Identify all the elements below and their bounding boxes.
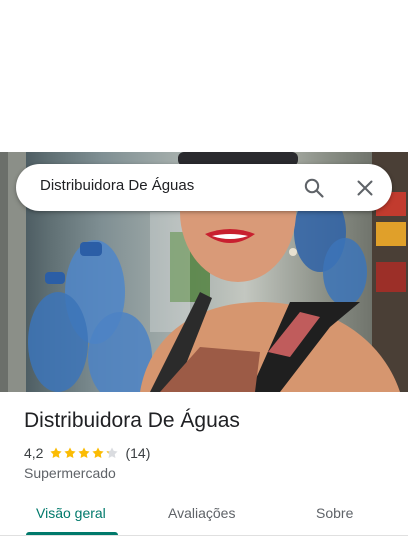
- rating-value: 4,2: [24, 445, 44, 461]
- tab-divider: [0, 535, 408, 536]
- star-rating: [49, 446, 119, 460]
- search-icon[interactable]: [302, 176, 326, 200]
- star-icon: [106, 447, 119, 459]
- tab-about[interactable]: Sobre: [316, 505, 353, 521]
- search-bar[interactable]: Distribuidora De Águas: [16, 164, 392, 211]
- top-blank-area: [0, 0, 408, 152]
- search-input[interactable]: Distribuidora De Águas: [40, 177, 194, 194]
- rating-row[interactable]: 4,2 (14): [24, 444, 150, 462]
- tab-overview[interactable]: Visão geral: [36, 505, 106, 521]
- star-icon: [92, 447, 105, 459]
- tab-reviews[interactable]: Avaliações: [168, 505, 235, 521]
- close-icon[interactable]: [353, 176, 377, 200]
- star-icon: [64, 447, 77, 459]
- place-title: Distribuidora De Águas: [24, 409, 240, 432]
- tab-bar: Visão geral Avaliações Sobre: [0, 496, 408, 544]
- star-icon: [50, 447, 63, 459]
- star-icon: [78, 447, 91, 459]
- review-count[interactable]: (14): [125, 445, 150, 461]
- place-category[interactable]: Supermercado: [24, 465, 116, 481]
